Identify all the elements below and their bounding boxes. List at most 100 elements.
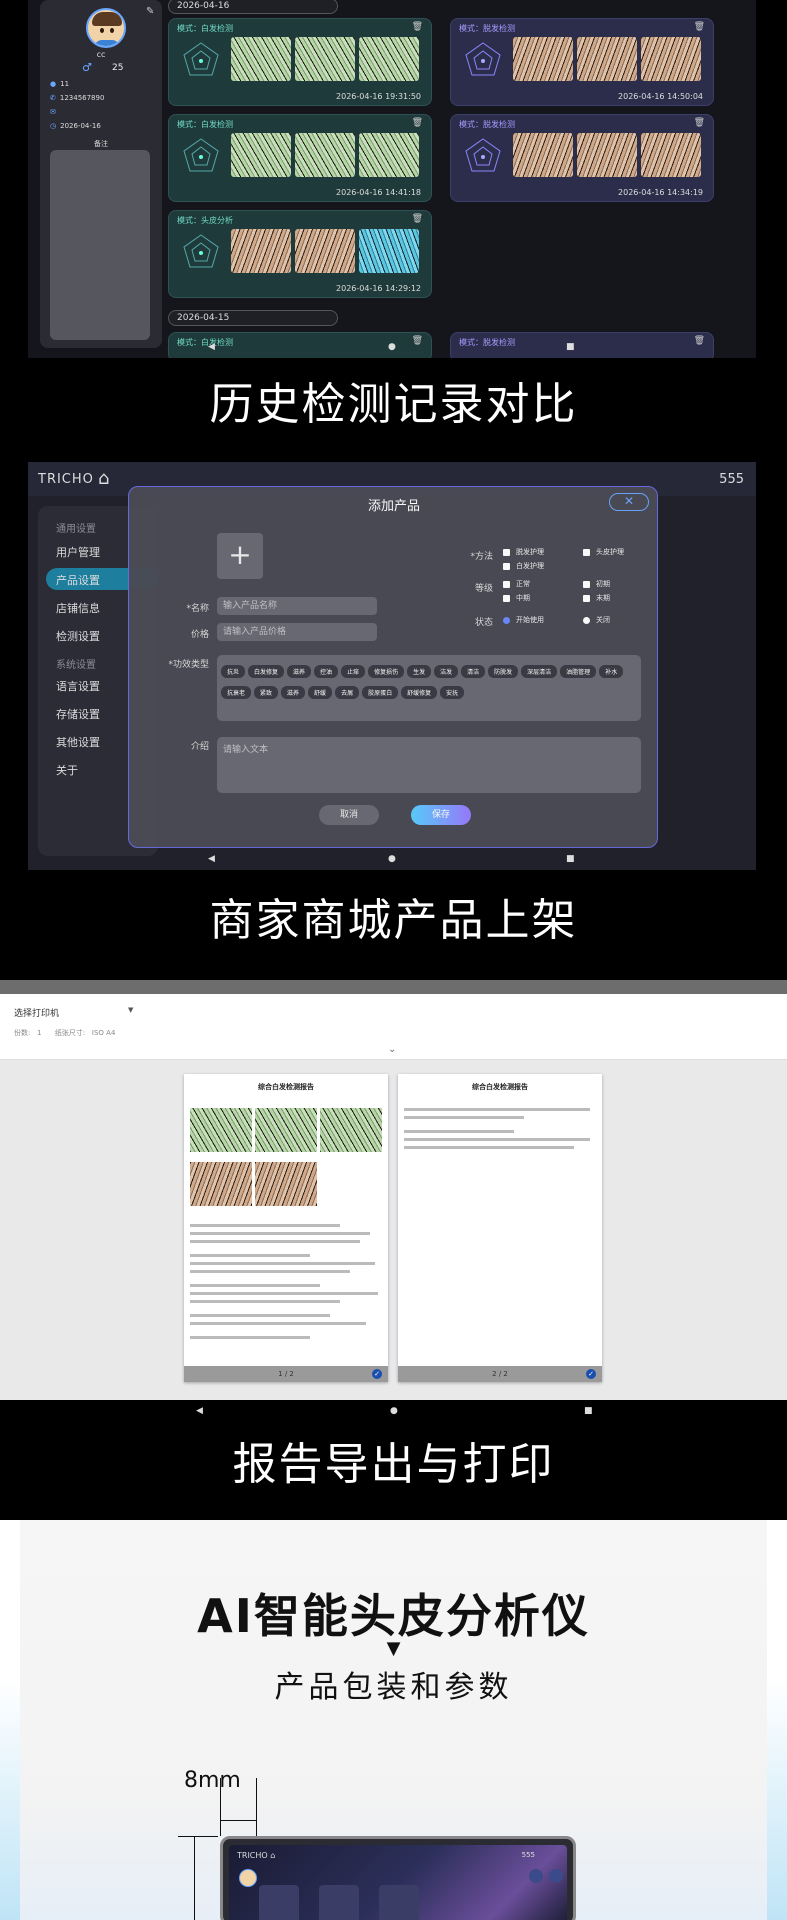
paper-size-value[interactable]: ISO A4 bbox=[92, 1029, 116, 1037]
hair-image[interactable] bbox=[641, 37, 701, 81]
cancel-button[interactable]: 取消 bbox=[319, 805, 379, 825]
home-dot-icon[interactable]: ● bbox=[388, 854, 396, 864]
home-dot-icon[interactable]: ● bbox=[388, 342, 396, 352]
avatar[interactable] bbox=[86, 8, 126, 48]
level-checkbox[interactable]: 中期 bbox=[503, 593, 530, 603]
note-field[interactable] bbox=[50, 150, 150, 340]
effect-tag[interactable]: 补水 bbox=[599, 665, 624, 678]
hair-image[interactable] bbox=[641, 133, 701, 177]
effect-tag[interactable]: 白发修复 bbox=[248, 665, 285, 678]
date-group-header[interactable]: 2026-04-15 bbox=[168, 310, 338, 326]
home-icon[interactable]: ⌂ bbox=[98, 468, 109, 489]
intro-textarea[interactable]: 请输入文本 bbox=[217, 737, 641, 793]
menu-item-detect[interactable]: 检测设置 bbox=[56, 628, 100, 644]
hair-image[interactable] bbox=[577, 37, 637, 81]
trash-icon[interactable]: 🗑 bbox=[412, 214, 423, 224]
trash-icon[interactable]: 🗑 bbox=[412, 336, 423, 346]
recents-icon[interactable]: ■ bbox=[566, 854, 575, 864]
method-checkbox[interactable]: 头皮护理 bbox=[583, 547, 624, 557]
effect-tag[interactable]: 舒缓修复 bbox=[401, 686, 438, 699]
effect-tag[interactable]: 抗炎 bbox=[221, 665, 246, 678]
method-checkbox[interactable]: 白发护理 bbox=[503, 561, 544, 571]
trash-icon[interactable]: 🗑 bbox=[412, 118, 423, 128]
hair-image[interactable] bbox=[231, 37, 291, 81]
print-page-2[interactable]: 综合白发检测报告 2 / 2 ✓ bbox=[398, 1074, 602, 1382]
expand-chevron-icon[interactable]: ⌄ bbox=[388, 1044, 396, 1055]
price-input[interactable]: 请输入产品价格 bbox=[217, 623, 377, 641]
hair-image[interactable] bbox=[295, 133, 355, 177]
record-card[interactable]: 模式：脱发检测 🗑 bbox=[450, 332, 714, 358]
add-image-button[interactable]: + bbox=[217, 533, 263, 579]
back-icon[interactable]: ◀ bbox=[196, 1406, 203, 1416]
level-checkbox[interactable]: 正常 bbox=[503, 579, 530, 589]
trash-icon[interactable]: 🗑 bbox=[694, 336, 705, 346]
method-label: *方法 bbox=[470, 552, 493, 562]
chevron-down-icon[interactable]: ▼ bbox=[128, 1006, 133, 1014]
hair-image[interactable] bbox=[513, 37, 573, 81]
hair-image[interactable] bbox=[513, 133, 573, 177]
report-title: 综合白发检测报告 bbox=[472, 1083, 528, 1091]
record-card[interactable]: 模式：白发检测 🗑 2026-04-16 14:41:18 bbox=[168, 114, 432, 202]
record-card[interactable]: 模式：白发检测 🗑 2026-04-16 19:31:50 bbox=[168, 18, 432, 106]
effect-tag[interactable]: 油脂管理 bbox=[560, 665, 597, 678]
recents-icon[interactable]: ■ bbox=[584, 1406, 593, 1416]
menu-item-shop[interactable]: 店铺信息 bbox=[56, 600, 100, 616]
effect-tag[interactable]: 舒缓 bbox=[308, 686, 333, 699]
check-icon[interactable]: ✓ bbox=[372, 1369, 382, 1379]
info-phone: ✆ 1234567890 bbox=[50, 94, 105, 102]
effect-tag[interactable]: 修复损伤 bbox=[368, 665, 405, 678]
edit-icon[interactable]: ✎ bbox=[146, 6, 154, 17]
effect-tag[interactable]: 安抚 bbox=[440, 686, 465, 699]
hair-image[interactable] bbox=[577, 133, 637, 177]
record-card[interactable]: 模式：头皮分析 🗑 2026-04-16 14:29:12 bbox=[168, 210, 432, 298]
method-checkbox[interactable]: 脱发护理 bbox=[503, 547, 544, 557]
trash-icon[interactable]: 🗑 bbox=[694, 22, 705, 32]
menu-item-about[interactable]: 关于 bbox=[56, 762, 78, 778]
menu-item-other[interactable]: 其他设置 bbox=[56, 734, 100, 750]
copies-value[interactable]: 1 bbox=[37, 1029, 41, 1037]
effect-tag[interactable]: 抗衰老 bbox=[221, 686, 252, 699]
menu-item-storage[interactable]: 存储设置 bbox=[56, 706, 100, 722]
close-button[interactable]: ✕ bbox=[609, 493, 649, 511]
home-dot-icon[interactable]: ● bbox=[390, 1406, 398, 1416]
effect-tag[interactable]: 滋养 bbox=[287, 665, 312, 678]
printer-select[interactable]: 选择打印机 bbox=[14, 1006, 59, 1019]
menu-item-product[interactable]: 产品设置 bbox=[56, 572, 100, 588]
save-button[interactable]: 保存 bbox=[411, 805, 471, 825]
effect-tag[interactable]: 生发 bbox=[407, 665, 432, 678]
hair-image[interactable] bbox=[295, 37, 355, 81]
record-card[interactable]: 模式：脱发检测 🗑 2026-04-16 14:34:19 bbox=[450, 114, 714, 202]
check-icon[interactable]: ✓ bbox=[586, 1369, 596, 1379]
effect-tag[interactable]: 深层清洁 bbox=[521, 665, 558, 678]
hair-image[interactable] bbox=[295, 229, 355, 273]
date-group-header[interactable]: 2026-04-16 bbox=[168, 0, 338, 14]
print-page-1[interactable]: 综合白发检测报告 1 / 2 ✓ bbox=[184, 1074, 388, 1382]
effect-tag[interactable]: 止痒 bbox=[341, 665, 366, 678]
hair-image[interactable] bbox=[359, 133, 419, 177]
back-icon[interactable]: ◀ bbox=[208, 854, 215, 864]
level-checkbox[interactable]: 初期 bbox=[583, 579, 610, 589]
effect-tag[interactable]: 胶原蛋白 bbox=[362, 686, 399, 699]
status-off-radio[interactable]: 关闭 bbox=[583, 615, 610, 625]
record-card[interactable]: 模式：脱发检测 🗑 2026-04-16 14:50:04 bbox=[450, 18, 714, 106]
name-input[interactable]: 输入产品名称 bbox=[217, 597, 377, 615]
status-on-radio[interactable]: 开始使用 bbox=[503, 615, 544, 625]
hair-image[interactable] bbox=[359, 229, 419, 273]
trash-icon[interactable]: 🗑 bbox=[412, 22, 423, 32]
trash-icon[interactable]: 🗑 bbox=[694, 118, 705, 128]
effect-tag[interactable]: 去屑 bbox=[335, 686, 360, 699]
effect-tag[interactable]: 清洁 bbox=[461, 665, 486, 678]
menu-item-user[interactable]: 用户管理 bbox=[56, 544, 100, 560]
effect-tag[interactable]: 滋养 bbox=[281, 686, 306, 699]
hair-image[interactable] bbox=[231, 229, 291, 273]
hair-image[interactable] bbox=[359, 37, 419, 81]
level-checkbox[interactable]: 末期 bbox=[583, 593, 610, 603]
effect-tag[interactable]: 防脱发 bbox=[488, 665, 519, 678]
effect-tag[interactable]: 洁发 bbox=[434, 665, 459, 678]
effect-tag[interactable]: 紧致 bbox=[254, 686, 279, 699]
effect-tag[interactable]: 控油 bbox=[314, 665, 339, 678]
hair-image[interactable] bbox=[231, 133, 291, 177]
recents-icon[interactable]: ■ bbox=[566, 342, 575, 352]
menu-item-language[interactable]: 语言设置 bbox=[56, 678, 100, 694]
back-icon[interactable]: ◀ bbox=[208, 342, 215, 352]
